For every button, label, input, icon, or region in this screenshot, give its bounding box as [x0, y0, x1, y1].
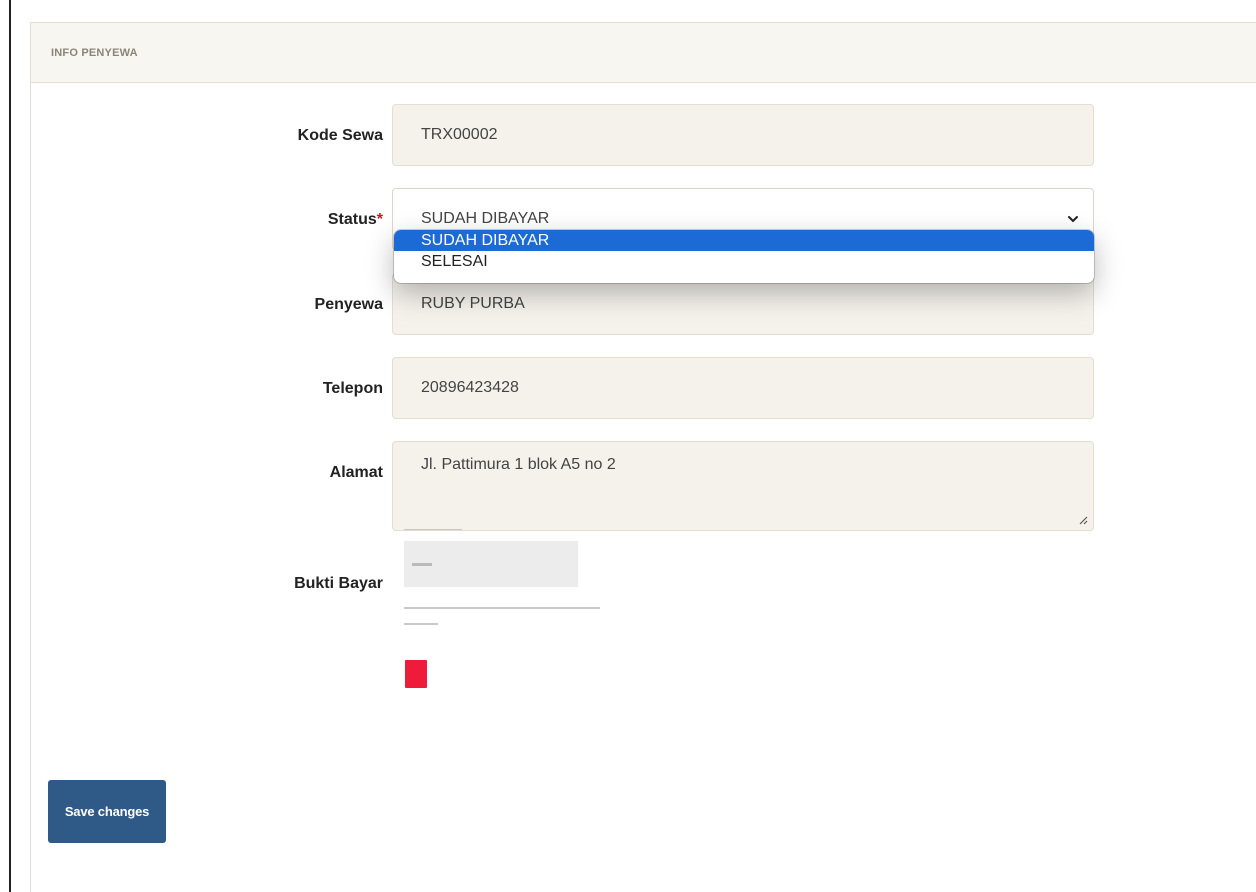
- status-label: Status*: [183, 211, 383, 229]
- resize-handle-icon[interactable]: [1078, 515, 1088, 525]
- alamat-value: Jl. Pattimura 1 blok A5 no 2: [421, 456, 616, 473]
- proof-text-line: [412, 563, 432, 566]
- kode-sewa-field[interactable]: TRX00002: [392, 104, 1094, 166]
- status-selected-value: SUDAH DIBAYAR: [421, 210, 550, 227]
- payment-proof-image: [392, 525, 602, 695]
- telepon-field[interactable]: 20896423428: [392, 357, 1094, 419]
- bukti-bayar-label: Bukti Bayar: [294, 575, 383, 592]
- status-option[interactable]: SELESAI: [394, 251, 1094, 272]
- kode-sewa-value: TRX00002: [421, 126, 498, 143]
- alamat-label: Alamat: [329, 464, 383, 481]
- status-option[interactable]: SUDAH DIBAYAR: [394, 230, 1094, 251]
- status-label-text: Status: [327, 211, 377, 228]
- required-mark: *: [376, 211, 383, 228]
- proof-text-line: [404, 529, 462, 530]
- penyewa-label: Penyewa: [314, 296, 383, 313]
- telepon-label: Telepon: [322, 380, 383, 397]
- kode-sewa-label: Kode Sewa: [297, 127, 383, 144]
- chevron-down-icon: [1068, 216, 1078, 223]
- page: INFO PENYEWA Kode Sewa TRX00002 Status* …: [0, 0, 1256, 892]
- proof-thumbnail: [404, 541, 578, 587]
- card-header: INFO PENYEWA: [31, 23, 1256, 83]
- status-dropdown: SUDAH DIBAYAR SELESAI: [394, 230, 1094, 283]
- save-changes-button[interactable]: Save changes: [48, 780, 166, 843]
- left-border-line: [9, 0, 11, 892]
- proof-text-line: [404, 623, 438, 625]
- proof-delete-button[interactable]: [405, 660, 427, 688]
- telepon-value: 20896423428: [421, 379, 519, 396]
- card-title: INFO PENYEWA: [51, 46, 138, 59]
- proof-text-line: [404, 607, 600, 609]
- alamat-textarea[interactable]: Jl. Pattimura 1 blok A5 no 2: [392, 441, 1094, 531]
- penyewa-value: RUBY PURBA: [421, 295, 525, 312]
